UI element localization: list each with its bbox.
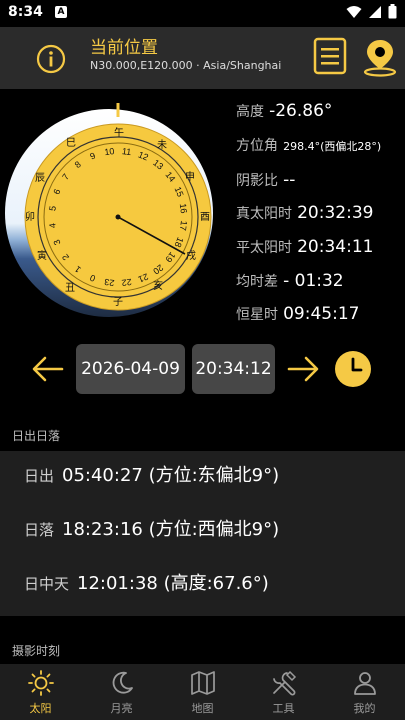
sidereal-time-value: 09:45:17 [283,304,360,324]
photo-section-title: 摄影时刻 [12,644,61,658]
azimuth-value: 298.4°(西偏北28°) [283,140,382,153]
branch-label: 子 [113,296,123,308]
bottom-nav: 太阳 月亮 地图 工具 我的 [0,664,405,720]
branch-label: 巳 [66,137,76,149]
sunrise-section-title: 日出日落 [12,429,61,443]
nav-label: 我的 [353,702,376,715]
solar-noon-value: 12:01:38 (高度:67.6°) [77,573,269,594]
sunrise-row: 日出 05:40:27 (方位:东偏北9°) [24,461,279,487]
sunrise-label: 日出 [24,467,55,485]
true-solar-time-label: 真太阳时 [236,206,292,222]
nav-item-moon[interactable]: 月亮 [81,664,162,720]
shadow-ratio-value: -- [283,170,296,190]
sun-dial[interactable]: 午 未 巳 申 辰 酉 卯 戌 寅 亥 丑 子 11 12131415161718… [3,97,215,329]
nav-item-me[interactable]: 我的 [324,664,405,720]
previous-arrow-icon[interactable] [30,351,66,387]
wifi-icon [346,5,362,18]
location-pin-icon[interactable] [362,37,398,77]
location-coordinates[interactable]: N30.000,E120.000 · Asia/Shanghai [90,59,281,72]
sunset-label: 日落 [24,521,55,539]
branch-label: 辰 [35,172,45,184]
sun-icon [27,670,54,696]
date-selector[interactable]: 2026-04-09 [76,344,185,394]
branch-label: 寅 [37,249,47,262]
main-content: 午 未 巳 申 辰 酉 卯 戌 寅 亥 丑 子 11 12 13 14 15 16 17 18… [0,89,405,664]
branch-label: 午 [114,126,124,139]
notification-icon: A [55,6,67,18]
nav-label: 太阳 [29,702,52,715]
status-bar: 8:34 A [0,0,405,27]
sunset-value: 18:23:16 (方位:西偏北9°) [62,519,280,540]
nav-label: 工具 [272,702,295,715]
branch-label: 戌 [186,249,196,262]
hour-label: 11 [121,146,132,157]
status-icons [346,4,397,19]
hour-label: 10 [104,146,115,157]
list-icon[interactable] [313,37,347,75]
tools-icon [272,670,296,696]
location-title[interactable]: 当前位置 [90,33,158,58]
status-time: 8:34 [8,4,43,20]
map-icon [190,671,215,695]
altitude-value: -26.86° [269,101,333,121]
hour-label: 16 [178,203,189,214]
nav-item-map[interactable]: 地图 [162,664,243,720]
branch-label: 丑 [65,283,75,294]
equation-of-time-label: 均时差 [236,274,278,290]
branch-label: 卯 [25,211,35,223]
branch-label: 申 [185,170,195,183]
signal-icon [369,5,381,18]
sunset-row: 日落 18:23:16 (方位:西偏北9°) [24,515,279,541]
moon-icon [112,671,133,694]
next-arrow-icon[interactable] [285,351,321,387]
branch-label: 酉 [200,212,210,223]
azimuth-label: 方位角 [236,138,278,154]
person-icon [353,672,376,695]
nav-label: 地图 [191,702,214,715]
sidereal-time-label: 恒星时 [236,307,278,323]
battery-icon [388,4,397,19]
true-solar-time-value: 20:32:39 [297,203,374,223]
dial-center [115,214,121,220]
hour-label: 17 [178,220,189,231]
mean-solar-time-value: 20:34:11 [297,237,374,257]
clock-icon[interactable] [334,350,372,388]
branch-label: 亥 [153,279,163,292]
nav-item-tools[interactable]: 工具 [243,664,324,720]
header-bar: 当前位置 N30.000,E120.000 · Asia/Shanghai [0,27,405,89]
equation-of-time-value: - 01:32 [283,271,344,291]
hour-label: 23 [104,277,115,288]
shadow-ratio-label: 阴影比 [236,173,278,189]
solar-noon-label: 日中天 [24,575,70,593]
altitude-label: 高度 [236,104,264,120]
sunrise-value: 05:40:27 (方位:东偏北9°) [62,465,280,486]
solar-noon-row: 日中天 12:01:38 (高度:67.6°) [24,569,269,595]
hour-label: 22 [121,277,132,288]
nav-item-sun[interactable]: 太阳 [0,664,81,720]
nav-label: 月亮 [110,702,133,715]
mean-solar-time-label: 平太阳时 [236,240,292,256]
sunrise-card: 日出 05:40:27 (方位:东偏北9°) 日落 18:23:16 (方位:西偏北… [0,451,405,616]
info-icon[interactable] [36,44,66,74]
branch-label: 未 [157,139,167,151]
time-selector[interactable]: 20:34:12 [192,344,275,394]
